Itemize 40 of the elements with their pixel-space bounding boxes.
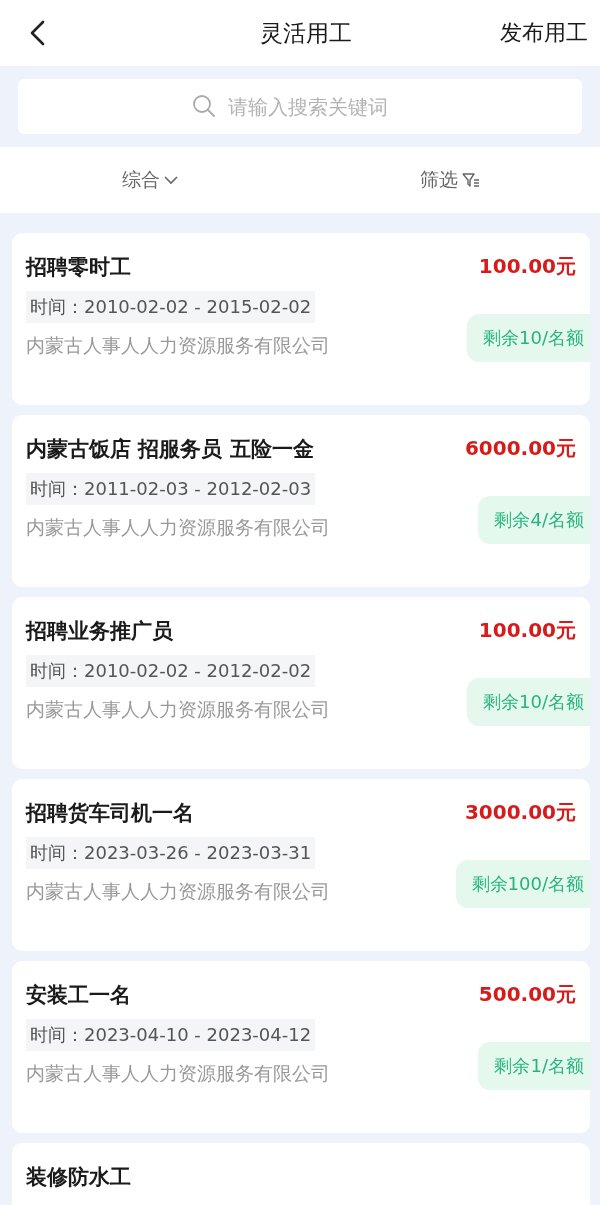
- job-title: 招聘零时工: [26, 254, 131, 281]
- time-range: 时间：2010-02-02 - 2015-02-02: [26, 291, 316, 323]
- chevron-down-icon: [164, 175, 178, 185]
- job-card[interactable]: 招聘零时工 时间：2010-02-02 - 2015-02-02 内蒙古人事人人力资源服务有限公司 100.00元 剩余10/名额: [12, 233, 590, 405]
- company-name: 内蒙古人事人人力资源服务有限公司: [26, 515, 330, 540]
- job-card[interactable]: 安装工一名 时间：2023-04-10 - 2023-04-12 内蒙古人事人人力资源服务有限公司 500.00元 剩余1/名额: [12, 961, 590, 1133]
- filter-icon: [462, 172, 480, 188]
- publish-button[interactable]: 发布用工: [500, 18, 588, 48]
- quota-tag: 剩余1/名额: [478, 1042, 590, 1090]
- filter-button[interactable]: 筛选: [420, 167, 480, 193]
- time-range: 时间：2011-02-03 - 2012-02-03: [26, 473, 316, 505]
- quota-tag: 剩余4/名额: [478, 496, 590, 544]
- time-range: 时间：2023-04-10 - 2023-04-12: [26, 1019, 316, 1051]
- search-field[interactable]: 请输入搜索关键词: [18, 79, 582, 134]
- quota-tag: 剩余100/名额: [455, 860, 590, 908]
- job-card[interactable]: 内蒙古饭店 招服务员 五险一金 时间：2011-02-03 - 2012-02-03 内蒙古人事人人力资源服务有限公司 6000.00元 剩余4/名额: [12, 415, 590, 587]
- time-range: 时间：2010-02-02 - 2012-02-02: [26, 655, 316, 687]
- job-title: 招聘货车司机一名: [26, 800, 194, 827]
- job-title: 招聘业务推广员: [26, 618, 173, 645]
- job-card[interactable]: 装修防水工: [12, 1143, 590, 1205]
- job-price: 100.00元: [478, 617, 576, 644]
- sort-dropdown[interactable]: 综合: [122, 167, 178, 193]
- job-title: 装修防水工: [26, 1164, 131, 1191]
- company-name: 内蒙古人事人人力资源服务有限公司: [26, 1061, 330, 1086]
- job-price: 500.00元: [478, 981, 576, 1008]
- job-title: 内蒙古饭店 招服务员 五险一金: [26, 436, 314, 463]
- quota-tag: 剩余10/名额: [467, 314, 590, 362]
- company-name: 内蒙古人事人人力资源服务有限公司: [26, 697, 330, 722]
- job-price: 100.00元: [478, 253, 576, 280]
- job-price: 3000.00元: [464, 799, 576, 826]
- job-price: 6000.00元: [464, 435, 576, 462]
- company-name: 内蒙古人事人人力资源服务有限公司: [26, 333, 330, 358]
- job-title: 安装工一名: [26, 982, 131, 1009]
- job-card[interactable]: 招聘业务推广员 时间：2010-02-02 - 2012-02-02 内蒙古人事人人力资源服务有限公司 100.00元 剩余10/名额: [12, 597, 590, 769]
- search-icon: [192, 94, 216, 118]
- quota-tag: 剩余10/名额: [467, 678, 590, 726]
- job-card[interactable]: 招聘货车司机一名 时间：2023-03-26 - 2023-03-31 内蒙古人事人人力资源服务有限公司 3000.00元 剩余100/名额: [12, 779, 590, 951]
- company-name: 内蒙古人事人人力资源服务有限公司: [26, 879, 330, 904]
- time-range: 时间：2023-03-26 - 2023-03-31: [26, 837, 316, 869]
- page-title: 灵活用工: [260, 18, 352, 48]
